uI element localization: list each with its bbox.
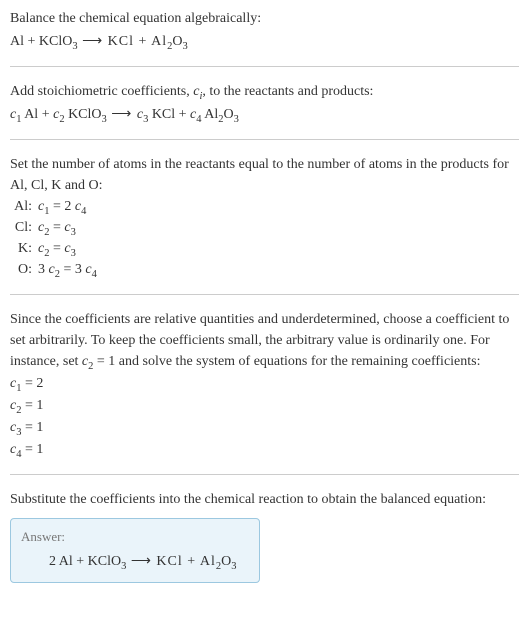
element-equation: c2 = c3 — [38, 238, 76, 259]
table-row: K:c2 = c3 — [10, 238, 519, 259]
element-equation: 3 c2 = 3 c4 — [38, 259, 97, 280]
element-equation: c2 = c3 — [38, 217, 76, 238]
eq-part: O — [221, 554, 231, 569]
element-label: O: — [10, 259, 38, 280]
eq-part: O — [172, 34, 182, 49]
table-row: Al:c1 = 2 c4 — [10, 196, 519, 217]
eq-part: 2 Al + KClO — [49, 554, 121, 569]
element-label: Al: — [10, 196, 38, 217]
element-label: Cl: — [10, 217, 38, 238]
arrow: ⟶ — [107, 107, 137, 122]
balanced-equation: 2 Al + KClO3 ⟶ KCl + Al2O3 — [21, 551, 249, 572]
chem-sub: 3 — [234, 114, 239, 125]
solve-prompt: Since the coefficients are relative quan… — [10, 309, 519, 372]
text: Al — [202, 107, 219, 122]
eq-part: Al + KClO — [10, 34, 72, 49]
eq-part: ⟶ KCl + Al — [126, 554, 216, 569]
text: Add stoichiometric coefficients, — [10, 84, 193, 99]
text: O — [224, 107, 234, 122]
section-answer: Substitute the coefficients into the che… — [10, 489, 519, 597]
text: KClO — [65, 107, 102, 122]
text: = 1 and solve the system of equations fo… — [93, 354, 480, 369]
unbalanced-equation: Al + KClO3 ⟶ KCl + Al2O3 — [10, 31, 519, 52]
section-solve: Since the coefficients are relative quan… — [10, 309, 519, 475]
eq-sub: 3 — [183, 41, 188, 52]
coefficient-line: c1 = 2 — [10, 373, 519, 394]
table-row: Cl:c2 = c3 — [10, 217, 519, 238]
eq-part: ⟶ KCl + Al — [78, 34, 168, 49]
atom-balance-table: Al:c1 = 2 c4Cl:c2 = c3K:c2 = c3O:3 c2 = … — [10, 196, 519, 280]
element-label: K: — [10, 238, 38, 259]
coefficient-values: c1 = 2c2 = 1c3 = 1c4 = 1 — [10, 373, 519, 460]
section-atom-balance: Set the number of atoms in the reactants… — [10, 154, 519, 295]
answer-box: Answer: 2 Al + KClO3 ⟶ KCl + Al2O3 — [10, 518, 260, 583]
section-add-coefficients: Add stoichiometric coefficients, ci, to … — [10, 81, 519, 140]
problem-prompt: Balance the chemical equation algebraica… — [10, 8, 519, 29]
table-row: O:3 c2 = 3 c4 — [10, 259, 519, 280]
coefficient-line: c4 = 1 — [10, 439, 519, 460]
answer-label: Answer: — [21, 527, 249, 547]
eq-sub: 3 — [231, 560, 236, 571]
balance-prompt: Set the number of atoms in the reactants… — [10, 154, 519, 196]
text: , to the reactants and products: — [202, 84, 373, 99]
coefficient-line: c3 = 1 — [10, 417, 519, 438]
coefficient-equation: c1 Al + c2 KClO3 ⟶ c3 KCl + c4 Al2O3 — [10, 104, 519, 125]
answer-prompt: Substitute the coefficients into the che… — [10, 489, 519, 510]
coefficient-line: c2 = 1 — [10, 395, 519, 416]
text: Al + — [21, 107, 53, 122]
coef-prompt: Add stoichiometric coefficients, ci, to … — [10, 81, 519, 102]
element-equation: c1 = 2 c4 — [38, 196, 86, 217]
section-problem: Balance the chemical equation algebraica… — [10, 8, 519, 67]
text: KCl + — [148, 107, 190, 122]
